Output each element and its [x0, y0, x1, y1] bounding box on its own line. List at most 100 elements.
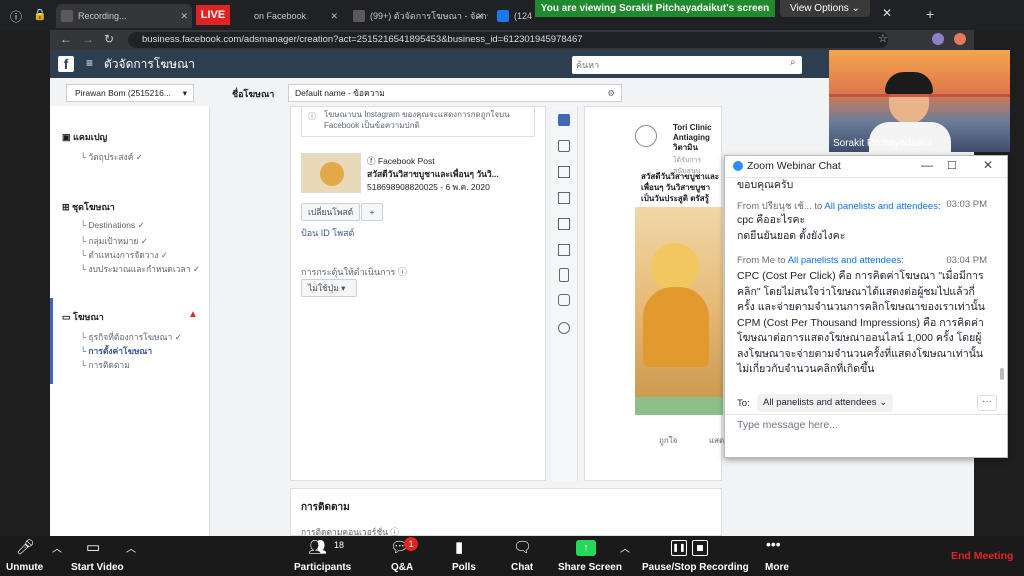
- start-video-button[interactable]: Start Video: [71, 562, 124, 573]
- chevron-up-icon[interactable]: ︿: [52, 540, 62, 555]
- extension-icon[interactable]: [954, 33, 966, 45]
- search-input[interactable]: ค้นหา: [572, 56, 802, 74]
- lock-icon[interactable]: 🔒: [33, 8, 47, 21]
- nav-ad-settings[interactable]: └ การตั้งค่าโฆษณา: [80, 344, 152, 358]
- chat-icon[interactable]: 🗨︎: [513, 538, 532, 556]
- post-thumbnail: [301, 153, 361, 193]
- pause-icon[interactable]: ❚❚: [671, 540, 687, 556]
- mobile-feed-icon[interactable]: [558, 140, 570, 152]
- preview-page-name: Tori Clinic Antiaging วิตามิน ธรรมชาติ ไ…: [673, 123, 712, 152]
- polls-icon[interactable]: ▮: [455, 538, 463, 556]
- post-id-date: 518698908820025 - 6 พ.ค. 2020: [367, 182, 490, 192]
- nav-adset[interactable]: ⊞ ชุดโฆษณา: [62, 200, 115, 214]
- forward-icon[interactable]: →: [82, 32, 94, 46]
- star-icon[interactable]: ☆: [878, 32, 888, 45]
- profile-icon[interactable]: [932, 33, 944, 45]
- more-icon[interactable]: •••: [766, 536, 781, 552]
- nav-adset-placement[interactable]: └ ตำแหน่งการจัดวาง ✓: [80, 248, 168, 262]
- chat-scrollbar[interactable]: [1000, 368, 1004, 380]
- enter-post-id-link[interactable]: ป้อน ID โพสต์: [301, 226, 354, 240]
- maximize-icon[interactable]: ☐: [947, 159, 957, 172]
- chat-button[interactable]: Chat: [511, 562, 533, 573]
- message-meta: From ปรียนุช เช้... to All panelists and…: [737, 201, 941, 212]
- preview-text: สวัสดีวันวิสาขบูชาและเพื่อนๆ วันวิสาขบูช…: [641, 172, 720, 203]
- zoom-icon: [733, 161, 743, 171]
- ad-name-input[interactable]: Default name - ข้อความ ⚙: [288, 84, 622, 102]
- unmute-button[interactable]: Unmute: [6, 562, 43, 573]
- ad-name-label: ชื่อโฆษณา: [232, 89, 275, 99]
- change-post-button[interactable]: เปลี่ยนโพสต์: [301, 203, 361, 221]
- shop-icon[interactable]: [558, 218, 570, 230]
- reload-icon[interactable]: ↻: [104, 32, 114, 46]
- video-off-icon[interactable]: ▭: [86, 538, 100, 556]
- account-select[interactable]: Pirawan Bom (2515216... ▾: [66, 84, 194, 102]
- message-time: 03:04 PM: [946, 255, 987, 266]
- store-icon[interactable]: [558, 192, 570, 204]
- marketplace-icon[interactable]: [558, 166, 570, 178]
- nav-campaign-objective[interactable]: └ วัตถุประสงค์ ✓: [80, 150, 143, 164]
- info-icon[interactable]: ⓘ: [10, 8, 22, 25]
- tab-recording[interactable]: Recording... ✕: [56, 4, 192, 28]
- phone-icon[interactable]: [559, 268, 569, 282]
- search-icon[interactable]: ⌕: [790, 57, 796, 68]
- message-text: CPC (Cost Per Click) คือ การคิดค่าโฆษณา …: [737, 270, 985, 375]
- add-button[interactable]: +: [361, 203, 383, 221]
- to-label: To:: [737, 398, 750, 409]
- close-icon[interactable]: ✕: [983, 158, 993, 172]
- active-indicator: [50, 298, 53, 384]
- stop-icon[interactable]: [692, 540, 708, 556]
- more-options-icon[interactable]: ···: [977, 395, 997, 411]
- chevron-up-icon[interactable]: ︿: [126, 540, 136, 555]
- polls-button[interactable]: Polls: [452, 562, 476, 573]
- message-time: 03:03 PM: [946, 199, 987, 210]
- message-text: cpc คืออะไรคะ กดยืนยันยอด ตั้งยังไงคะ: [737, 214, 846, 242]
- nav-campaign[interactable]: ▣ แคมเปญ: [62, 130, 107, 144]
- share-screen-button[interactable]: Share Screen: [558, 562, 622, 573]
- tab-tribute-songs[interactable]: (124) Tribute Songs: [492, 4, 532, 28]
- cta-select[interactable]: ไม่ใช้ปุ่ม ▾: [301, 279, 357, 297]
- chat-title: Zoom Webinar Chat: [747, 160, 841, 172]
- close-icon[interactable]: ✕: [180, 4, 188, 28]
- more-button[interactable]: More: [765, 562, 789, 573]
- nav-ad-tracking[interactable]: └ การติดตาม: [80, 358, 130, 372]
- page-title: ตัวจัดการโฆษณา: [104, 57, 195, 71]
- messenger-icon[interactable]: [558, 322, 570, 334]
- nav-adset-audience[interactable]: └ กลุ่มเป้าหมาย ✓: [80, 234, 148, 248]
- back-icon[interactable]: ←: [60, 32, 72, 46]
- nav-ad-business[interactable]: └ ธุรกิจที่ต้องการโฆษณา ✓: [80, 330, 182, 344]
- close-icon[interactable]: ✕: [882, 6, 892, 20]
- share-screen-icon[interactable]: ↑: [576, 540, 596, 556]
- tab-facebook-live[interactable]: on Facebook ✕: [232, 4, 342, 28]
- qa-badge: 1: [404, 537, 418, 551]
- qa-button[interactable]: Q&A: [391, 562, 413, 573]
- view-options-button[interactable]: View Options ⌄: [780, 0, 870, 17]
- recipient-select[interactable]: All panelists and attendees ⌄: [757, 394, 894, 412]
- facebook-logo[interactable]: f: [58, 56, 74, 72]
- gear-icon[interactable]: ⚙: [607, 85, 615, 101]
- webcam-video: [829, 50, 1010, 152]
- close-icon[interactable]: ✕: [330, 4, 338, 28]
- menu-icon[interactable]: ≡: [86, 56, 93, 70]
- participants-button[interactable]: Participants: [294, 562, 351, 573]
- instagram-icon[interactable]: [558, 294, 570, 306]
- ad-edit-panel: ⓘ โฆษณาบน Instagram ของคุณจะแสดงการกดถูก…: [290, 106, 546, 481]
- creation-sidebar: ▣ แคมเปญ └ วัตถุประสงค์ ✓ ⊞ ชุดโฆษณา └ D…: [50, 106, 210, 536]
- recording-button[interactable]: Pause/Stop Recording: [642, 562, 749, 573]
- nav-adset-budget[interactable]: └ งบประมาณและกำหนดเวลา ✓: [80, 262, 200, 276]
- tab-ads-manager[interactable]: (99+) ตัวจัดการโฆษณา - จัดการ ✕: [348, 4, 488, 28]
- facebook-icon: [353, 10, 365, 22]
- nav-adset-destinations[interactable]: └ Destinations ✓: [80, 220, 145, 231]
- storefront-icon[interactable]: [558, 244, 570, 256]
- chevron-up-icon[interactable]: ︿: [620, 540, 630, 555]
- new-tab-icon[interactable]: +: [926, 6, 934, 22]
- chat-message-input[interactable]: Type message here...: [737, 419, 838, 431]
- previous-message-text: ขอบคุณครับ: [737, 179, 794, 191]
- facebook-feed-icon[interactable]: [558, 114, 570, 126]
- microphone-muted-icon[interactable]: 🎤︎: [16, 538, 35, 556]
- minimize-icon[interactable]: —: [921, 158, 933, 172]
- close-icon[interactable]: ✕: [476, 4, 484, 28]
- end-meeting-button[interactable]: End Meeting: [951, 550, 1013, 562]
- nav-ad[interactable]: ▭ โฆษณา: [62, 310, 104, 324]
- url-bar[interactable]: business.facebook.com/adsmanager/creatio…: [128, 32, 888, 48]
- participants-icon[interactable]: 👥︎: [308, 538, 327, 556]
